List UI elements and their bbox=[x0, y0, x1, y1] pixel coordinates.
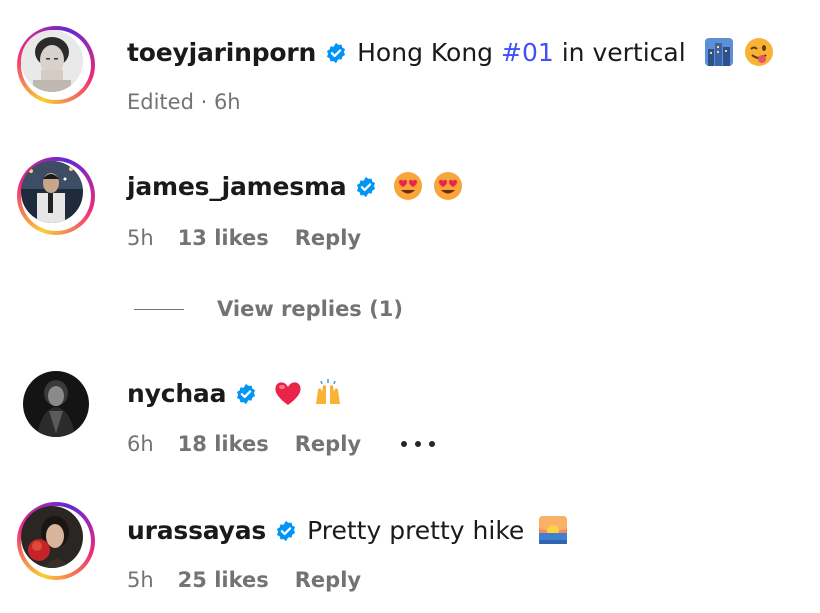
username[interactable]: toeyjarinporn bbox=[127, 38, 316, 67]
heart-eyes-emoji bbox=[433, 171, 463, 201]
avatar-nychaa[interactable] bbox=[23, 371, 89, 437]
divider bbox=[134, 308, 184, 310]
avatar-urassayas[interactable] bbox=[17, 502, 95, 580]
reply-button[interactable]: Reply bbox=[295, 568, 361, 592]
view-replies-label: View replies (1) bbox=[217, 297, 403, 321]
sunrise-emoji bbox=[538, 515, 568, 545]
reply-button[interactable]: Reply bbox=[295, 432, 361, 456]
avatar-james-jamesma[interactable] bbox=[17, 157, 95, 235]
likes-count[interactable]: 13 likes bbox=[178, 226, 269, 250]
caption-text: Hong Kong bbox=[357, 37, 501, 67]
raising-hands-emoji bbox=[313, 378, 343, 408]
verified-badge-icon bbox=[325, 41, 347, 64]
comment-time: 6h bbox=[127, 432, 154, 456]
avatar-photo bbox=[21, 30, 83, 92]
reply-button[interactable]: Reply bbox=[295, 226, 361, 250]
likes-count[interactable]: 18 likes bbox=[178, 432, 269, 456]
avatar-photo bbox=[23, 371, 89, 437]
red-heart-emoji bbox=[273, 378, 303, 408]
winking-face-tongue-emoji bbox=[744, 37, 774, 67]
caption-text-rest: in vertical bbox=[553, 37, 686, 67]
username[interactable]: james_jamesma bbox=[127, 172, 347, 201]
username[interactable]: nychaa bbox=[127, 379, 226, 408]
username[interactable]: urassayas bbox=[127, 516, 266, 545]
view-replies-button[interactable]: View replies (1) bbox=[134, 294, 403, 324]
avatar-photo bbox=[21, 161, 83, 223]
comment-time: 5h bbox=[127, 226, 154, 250]
hashtag-link[interactable]: #01 bbox=[501, 38, 554, 67]
heart-eyes-emoji bbox=[393, 171, 423, 201]
likes-count[interactable]: 25 likes bbox=[178, 568, 269, 592]
caption-meta: Edited · 6h bbox=[127, 90, 241, 114]
verified-badge-icon bbox=[235, 382, 257, 405]
cityscape-emoji bbox=[704, 37, 734, 67]
avatar-toeyjarinporn[interactable] bbox=[17, 26, 95, 104]
comment-text: Pretty pretty hike bbox=[307, 515, 525, 545]
more-options-icon[interactable] bbox=[401, 439, 437, 449]
verified-badge-icon bbox=[355, 175, 377, 198]
verified-badge-icon bbox=[275, 519, 297, 542]
avatar-photo bbox=[21, 506, 83, 568]
comment-time: 5h bbox=[127, 568, 154, 592]
